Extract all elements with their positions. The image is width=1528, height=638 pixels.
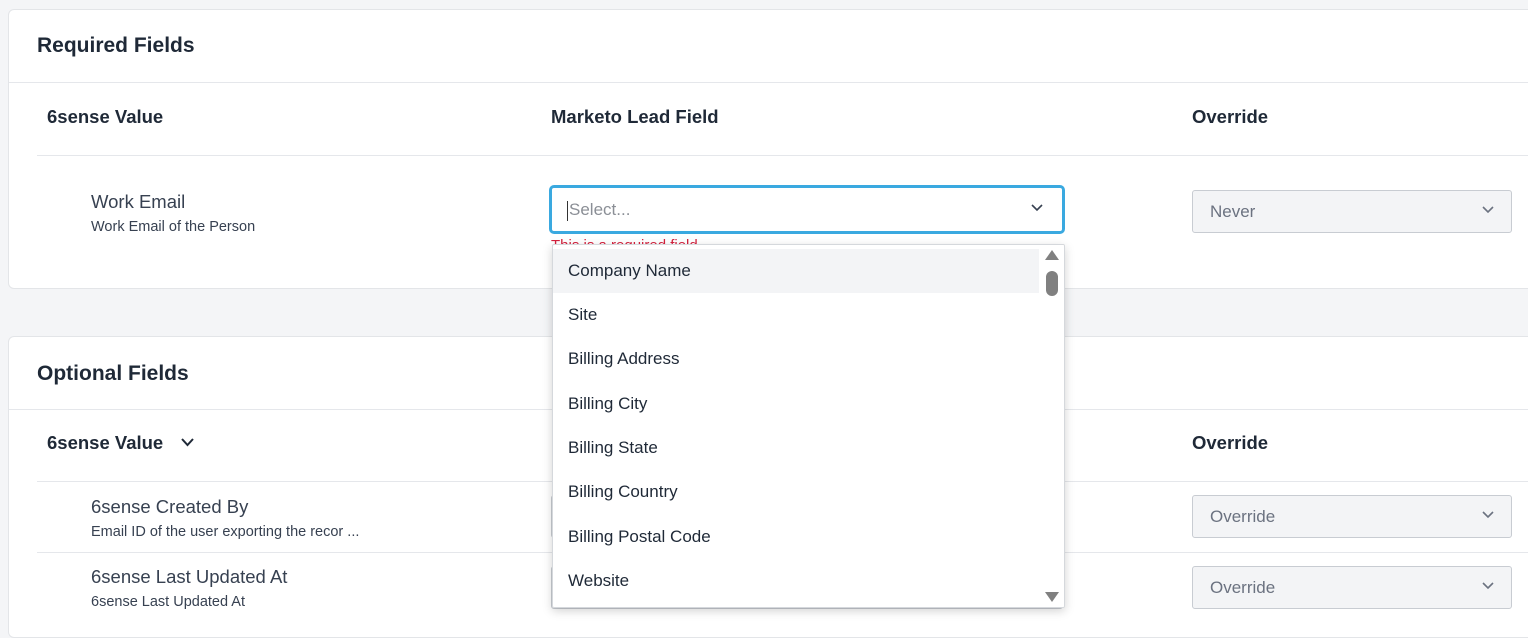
dropdown-menu[interactable]: Company Name Site Billing Address Billin… xyxy=(552,244,1065,608)
chevron-down-icon xyxy=(1031,204,1043,212)
divider xyxy=(9,82,1528,83)
row-subtitle: 6sense Last Updated At xyxy=(91,594,245,610)
row-title-work-email: Work Email xyxy=(91,191,186,212)
select-placeholder: Select... xyxy=(569,200,631,219)
override-select-value: Override xyxy=(1210,507,1276,526)
override-select-value: Never xyxy=(1210,202,1256,221)
divider xyxy=(37,155,1528,156)
scrollbar-thumb[interactable] xyxy=(1046,271,1058,296)
override-select-value: Override xyxy=(1210,578,1276,597)
chevron-down-icon xyxy=(1482,582,1494,590)
text-caret xyxy=(567,201,568,221)
row-title: 6sense Last Updated At xyxy=(91,566,288,587)
dropdown-option[interactable]: Billing Postal Code xyxy=(553,515,1039,559)
arrow-down-icon[interactable] xyxy=(1045,592,1059,602)
dropdown-option[interactable]: Company Name xyxy=(553,249,1039,293)
chevron-down-icon xyxy=(181,438,195,447)
col-header-6sense-value: 6sense Value xyxy=(47,106,164,127)
row-subtitle: Email ID of the user exporting the recor… xyxy=(91,524,360,540)
dropdown-option[interactable]: Billing Address xyxy=(553,337,1039,381)
required-fields-title: Required Fields xyxy=(37,34,195,57)
override-select-work-email[interactable]: Never xyxy=(1192,190,1512,233)
row-title: 6sense Created By xyxy=(91,496,249,517)
col-header-6sense-value-sortable[interactable]: 6sense Value xyxy=(47,432,195,454)
marketo-field-select-work-email[interactable]: Select... xyxy=(549,185,1065,234)
col-header-override: Override xyxy=(1192,106,1269,127)
dropdown-option[interactable]: Billing State xyxy=(553,426,1039,470)
dropdown-option[interactable]: Site xyxy=(553,293,1039,337)
dropdown-option[interactable]: Website xyxy=(553,559,1039,603)
dropdown-option[interactable]: Billing City xyxy=(553,382,1039,426)
chevron-down-icon xyxy=(1482,511,1494,519)
col-header-override: Override xyxy=(1192,432,1269,453)
dropdown-option[interactable]: Billing Country xyxy=(553,470,1039,514)
override-select-last-updated[interactable]: Override xyxy=(1192,566,1512,609)
optional-fields-title: Optional Fields xyxy=(37,362,189,385)
chevron-down-icon xyxy=(1482,206,1494,214)
override-select-created-by[interactable]: Override xyxy=(1192,495,1512,538)
col-header-marketo-lead-field: Marketo Lead Field xyxy=(551,106,719,127)
col-header-label: 6sense Value xyxy=(47,432,164,453)
row-subtitle-work-email: Work Email of the Person xyxy=(91,219,256,235)
arrow-up-icon[interactable] xyxy=(1045,250,1059,260)
dropdown-scrollbar[interactable] xyxy=(1040,245,1064,607)
